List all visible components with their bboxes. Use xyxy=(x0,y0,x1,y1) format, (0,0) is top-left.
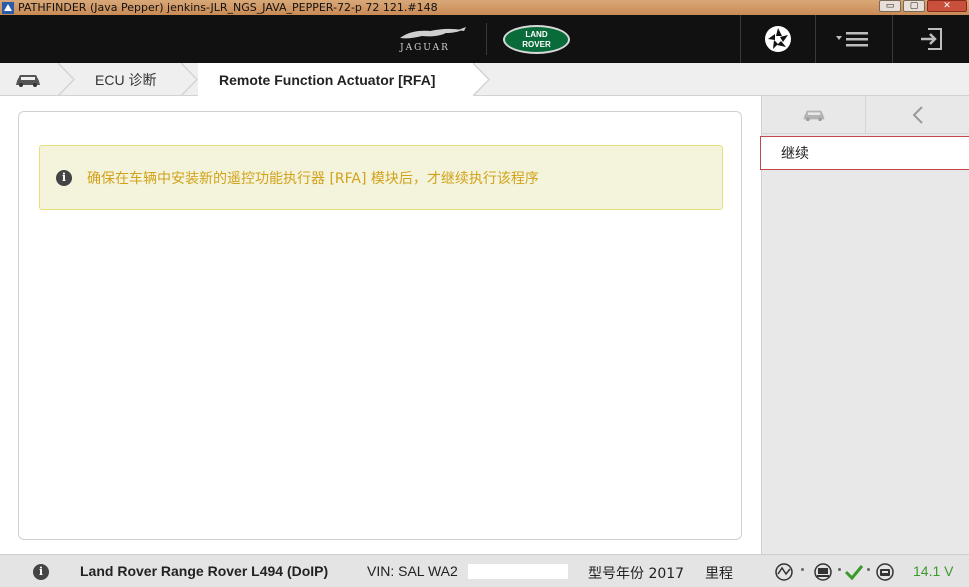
mileage-label: 里程 xyxy=(705,566,733,582)
breadcrumb-current: Remote Function Actuator [RFA] xyxy=(219,71,436,88)
notice-box: i 确保在车辆中安装新的遥控功能执行器 [RFA] 模块后，才继续执行该程序 xyxy=(39,145,723,210)
menu-button[interactable] xyxy=(816,15,893,63)
breadcrumb-separator xyxy=(181,63,199,96)
minimize-button[interactable]: ▭ xyxy=(879,0,901,12)
jaguar-leaper-icon xyxy=(400,27,466,39)
separator-dot xyxy=(801,568,804,571)
window-title-bar: PATHFINDER (Java Pepper) jenkins-JLR_NGS… xyxy=(0,0,969,15)
breadcrumb-vehicle[interactable] xyxy=(14,63,50,96)
menu-icon xyxy=(836,32,868,47)
breadcrumb-separator xyxy=(58,63,76,96)
laptop-icon[interactable] xyxy=(812,562,834,582)
vin-label: VIN: SAL WA2 xyxy=(367,563,458,579)
right-sidebar: 继续 xyxy=(760,96,969,554)
vehicle-button[interactable] xyxy=(762,96,866,134)
window-controls: ▭ ▢ ✕ xyxy=(879,0,967,12)
land-rover-line2: ROVER xyxy=(522,40,551,49)
header-divider xyxy=(486,23,487,55)
jaguar-logo: JAGUAR xyxy=(396,24,470,56)
land-rover-logo: LAND ROVER xyxy=(503,25,570,54)
sidebar-toolbar xyxy=(762,96,969,134)
info-icon[interactable]: i xyxy=(33,564,49,580)
battery-voltage: 14.1 V xyxy=(913,563,954,579)
jaguar-wordmark: JAGUAR xyxy=(400,43,450,53)
continue-button[interactable]: 继续 xyxy=(760,136,969,170)
separator-dot xyxy=(838,568,841,571)
check-icon xyxy=(844,565,864,581)
close-button[interactable]: ✕ xyxy=(927,0,967,12)
vci-icon[interactable] xyxy=(874,562,896,582)
exit-icon xyxy=(921,28,942,50)
vehicle-name: Land Rover Range Rover L494 (DoIP) xyxy=(80,563,329,579)
back-button[interactable] xyxy=(866,96,969,134)
exit-button[interactable] xyxy=(893,15,969,63)
model-year: 型号年份 2017 xyxy=(588,566,685,582)
car-icon xyxy=(803,110,824,122)
camera-button[interactable] xyxy=(740,15,816,63)
connection-icon[interactable] xyxy=(773,562,795,582)
status-bar: i Land Rover Range Rover L494 (DoIP) VIN… xyxy=(0,554,969,587)
breadcrumb: ECU 诊断 Remote Function Actuator [RFA] xyxy=(0,63,969,96)
breadcrumb-separator xyxy=(473,63,491,96)
app-header: JAGUAR LAND ROVER xyxy=(0,15,969,63)
content-panel: i 确保在车辆中安装新的遥控功能执行器 [RFA] 模块后，才继续执行该程序 xyxy=(18,111,742,540)
breadcrumb-ecu-diagnosis[interactable]: ECU 诊断 xyxy=(95,63,156,96)
app-window: PATHFINDER (Java Pepper) jenkins-JLR_NGS… xyxy=(0,0,969,587)
window-title: PATHFINDER (Java Pepper) jenkins-JLR_NGS… xyxy=(18,1,438,14)
land-rover-line1: LAND xyxy=(525,30,548,39)
shutter-icon xyxy=(765,26,791,52)
separator-dot xyxy=(867,568,870,571)
back-arrow-icon xyxy=(912,106,923,124)
info-icon: i xyxy=(56,169,72,186)
car-icon xyxy=(16,74,40,87)
maximize-button[interactable]: ▢ xyxy=(903,0,925,12)
app-icon xyxy=(2,1,14,14)
notice-message: 确保在车辆中安装新的遥控功能执行器 [RFA] 模块后，才继续执行该程序 xyxy=(87,170,539,187)
vin-redaction xyxy=(468,564,568,579)
